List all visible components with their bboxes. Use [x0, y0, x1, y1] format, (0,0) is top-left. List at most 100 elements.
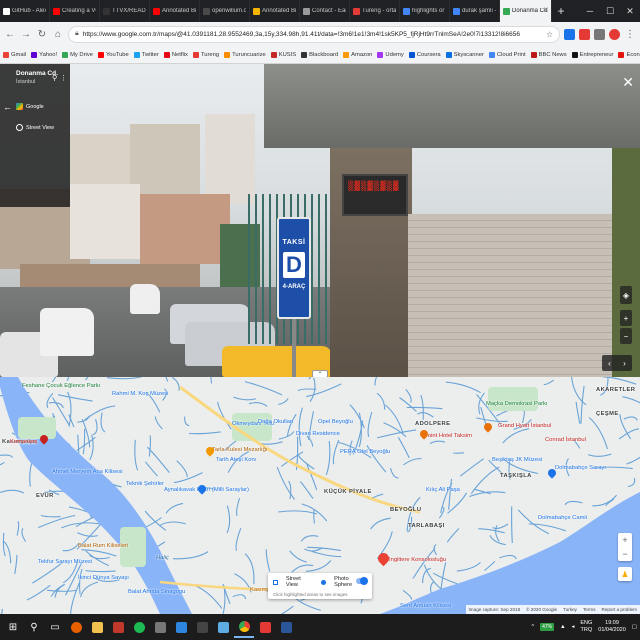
- map-place-label[interactable]: Conrad İstanbul: [545, 437, 586, 443]
- map-place-label[interactable]: TARLABAŞI: [408, 523, 445, 529]
- reload-icon[interactable]: ↻: [36, 28, 48, 40]
- bookmark-item[interactable]: Cloud Print: [488, 51, 526, 58]
- chevron-left-icon[interactable]: ‹: [608, 359, 611, 368]
- bookmark-item[interactable]: Skyscanner: [445, 51, 484, 58]
- profile-avatar[interactable]: [609, 28, 620, 40]
- browser-tab[interactable]: Donanma Cd, İst✕: [500, 0, 552, 22]
- spotify-icon[interactable]: [129, 616, 149, 638]
- new-tab-button[interactable]: +: [552, 0, 570, 22]
- search-icon[interactable]: ⚲: [24, 616, 44, 638]
- bookmark-item[interactable]: BBC News: [530, 51, 567, 58]
- bookmark-item[interactable]: My Drive: [62, 51, 93, 58]
- street-view-mode[interactable]: Street View: [16, 124, 64, 131]
- street-view-option[interactable]: Street View: [286, 576, 313, 588]
- network-icon[interactable]: ▲: [560, 624, 565, 630]
- bookmark-item[interactable]: YouTube: [97, 51, 129, 58]
- extension-icon[interactable]: [579, 28, 590, 40]
- map-place-label[interactable]: KÜÇÜK PİYALE: [324, 489, 372, 495]
- compass-icon[interactable]: ◈: [620, 286, 632, 304]
- firefox-icon[interactable]: [66, 616, 86, 638]
- app-icon[interactable]: [171, 616, 191, 638]
- browser-tab[interactable]: TTVX/README.m: [100, 0, 150, 22]
- map-place-label[interactable]: Tekfur Sarayı Müzesi: [38, 559, 92, 565]
- chrome-icon[interactable]: [234, 616, 254, 638]
- address-bar[interactable]: 🔒︎ https://www.google.com.tr/maps/@41.03…: [68, 25, 560, 43]
- map-place-label[interactable]: Haliç: [156, 555, 169, 561]
- back-arrow-icon[interactable]: ←: [4, 28, 16, 40]
- browser-tab[interactable]: Contact - Earlybird: [300, 0, 350, 22]
- language-indicator[interactable]: ENG TRQ: [580, 620, 592, 634]
- map-place-label[interactable]: Teknik Şehirler: [126, 481, 164, 487]
- bookmark-star-icon[interactable]: ☆: [546, 30, 553, 39]
- pdf-icon[interactable]: [255, 616, 275, 638]
- street-view-checkbox-icon[interactable]: [273, 579, 278, 585]
- map-zoom-in-icon[interactable]: +: [618, 533, 632, 547]
- app-icon[interactable]: [213, 616, 233, 638]
- google-badge[interactable]: Google: [16, 103, 64, 110]
- bookmark-item[interactable]: Udemy: [377, 51, 404, 58]
- volume-icon[interactable]: ◂: [572, 624, 575, 630]
- map-place-label[interactable]: Doğa Okulları: [258, 419, 293, 425]
- map-place-label[interactable]: Feshane Çocuk Eğlence Parkı: [22, 383, 100, 389]
- browser-tab[interactable]: Creating a VOLO: [50, 0, 100, 22]
- browser-tab[interactable]: Annotated Bibliog: [250, 0, 300, 22]
- map-place-label[interactable]: Aynalıkavak Kasrı (Milli Saraylar): [164, 487, 249, 493]
- bookmark-item[interactable]: Twitter: [133, 51, 159, 58]
- browser-tab[interactable]: highlights or high: [400, 0, 450, 22]
- bookmark-item[interactable]: KUSIS: [270, 51, 296, 58]
- tab-close-icon[interactable]: ✕: [543, 6, 549, 14]
- bookmark-item[interactable]: Netflix: [163, 51, 188, 58]
- map-place-label[interactable]: ÇEŞME: [596, 411, 619, 417]
- map-zoom-out-icon[interactable]: −: [618, 547, 632, 561]
- map-place-label[interactable]: Opel Beyoğlu: [318, 419, 353, 425]
- windows-start-icon[interactable]: ⊞: [3, 616, 23, 638]
- forward-arrow-icon[interactable]: →: [20, 28, 32, 40]
- home-icon[interactable]: ⌂: [52, 28, 64, 40]
- map-place-label[interactable]: ADOLPERE: [415, 421, 450, 427]
- map-place-label[interactable]: Balat Rum Kiliseleri: [78, 543, 128, 549]
- map-place-label[interactable]: Balat Ahrida Sinagogu: [128, 589, 185, 595]
- map-place-label[interactable]: PERA Otel Beyoğlu: [340, 449, 390, 455]
- close-window-icon[interactable]: ✕: [620, 0, 640, 22]
- map-place-label[interactable]: Ingiltere Konsolosluğu: [389, 557, 446, 563]
- street-view-toggle[interactable]: [356, 577, 368, 585]
- lock-icon[interactable]: 🔒︎: [75, 30, 79, 38]
- pin-icon[interactable]: ⚲: [52, 74, 57, 82]
- extension-icon[interactable]: [594, 28, 605, 40]
- bookmark-item[interactable]: Turuncuarize: [224, 51, 266, 58]
- map-place-label[interactable]: İkinci Dünya Savaşı: [78, 575, 129, 581]
- menu-kebab-icon[interactable]: ⋮: [624, 28, 636, 40]
- map-place-label[interactable]: Beşiktaş JK Müzesi: [492, 457, 542, 463]
- map-place-label[interactable]: Point Hotel Taksim: [424, 433, 472, 439]
- bookmark-item[interactable]: Gmail: [3, 51, 26, 58]
- close-icon[interactable]: ✕: [622, 74, 634, 91]
- map-place-label[interactable]: Dolmabahçe Sarayı: [555, 465, 606, 471]
- app-icon[interactable]: [150, 616, 170, 638]
- browser-tab[interactable]: openwillum.ocu: [200, 0, 250, 22]
- file-explorer-icon[interactable]: [87, 616, 107, 638]
- map-place-label[interactable]: Tarla Kulesi Mezarlığı: [212, 447, 267, 453]
- map-footer-item[interactable]: Terms: [583, 607, 596, 612]
- word-icon[interactable]: [276, 616, 296, 638]
- bookmark-item[interactable]: Blackboard: [301, 51, 338, 58]
- more-options-icon[interactable]: ⋮: [60, 74, 67, 82]
- bookmark-item[interactable]: Economist: [618, 51, 640, 58]
- store-icon[interactable]: [192, 616, 212, 638]
- bookmark-item[interactable]: Entrepreneur: [571, 51, 613, 58]
- map-place-label[interactable]: Kılıç Ali Paşa: [426, 487, 460, 493]
- battery-indicator[interactable]: 47%: [540, 623, 555, 631]
- task-view-icon[interactable]: ▭: [45, 616, 65, 638]
- zoom-out-icon[interactable]: −: [620, 328, 632, 344]
- maximize-icon[interactable]: ☐: [600, 0, 620, 22]
- map-place-label[interactable]: EVÜR: [36, 493, 54, 499]
- notifications-icon[interactable]: ▢: [632, 624, 637, 630]
- map-place-label[interactable]: Grand Hyatt İstanbul: [498, 423, 551, 429]
- zoom-in-icon[interactable]: +: [620, 310, 632, 326]
- map-place-label[interactable]: Ahmet Meryem Ana Kilisesi: [52, 469, 123, 475]
- browser-tab[interactable]: Tureng - ortaya: [350, 0, 400, 22]
- map-place-label[interactable]: Maçka Demokrasi Parkı: [486, 401, 548, 407]
- map-place-label[interactable]: Rahmi M. Koç Müzesi: [112, 391, 168, 397]
- map-place-label[interactable]: BEYOĞLU: [390, 507, 421, 513]
- browser-tab[interactable]: GitHub - AlexeyA: [0, 0, 50, 22]
- pan-arrows[interactable]: ‹ ›: [602, 355, 632, 371]
